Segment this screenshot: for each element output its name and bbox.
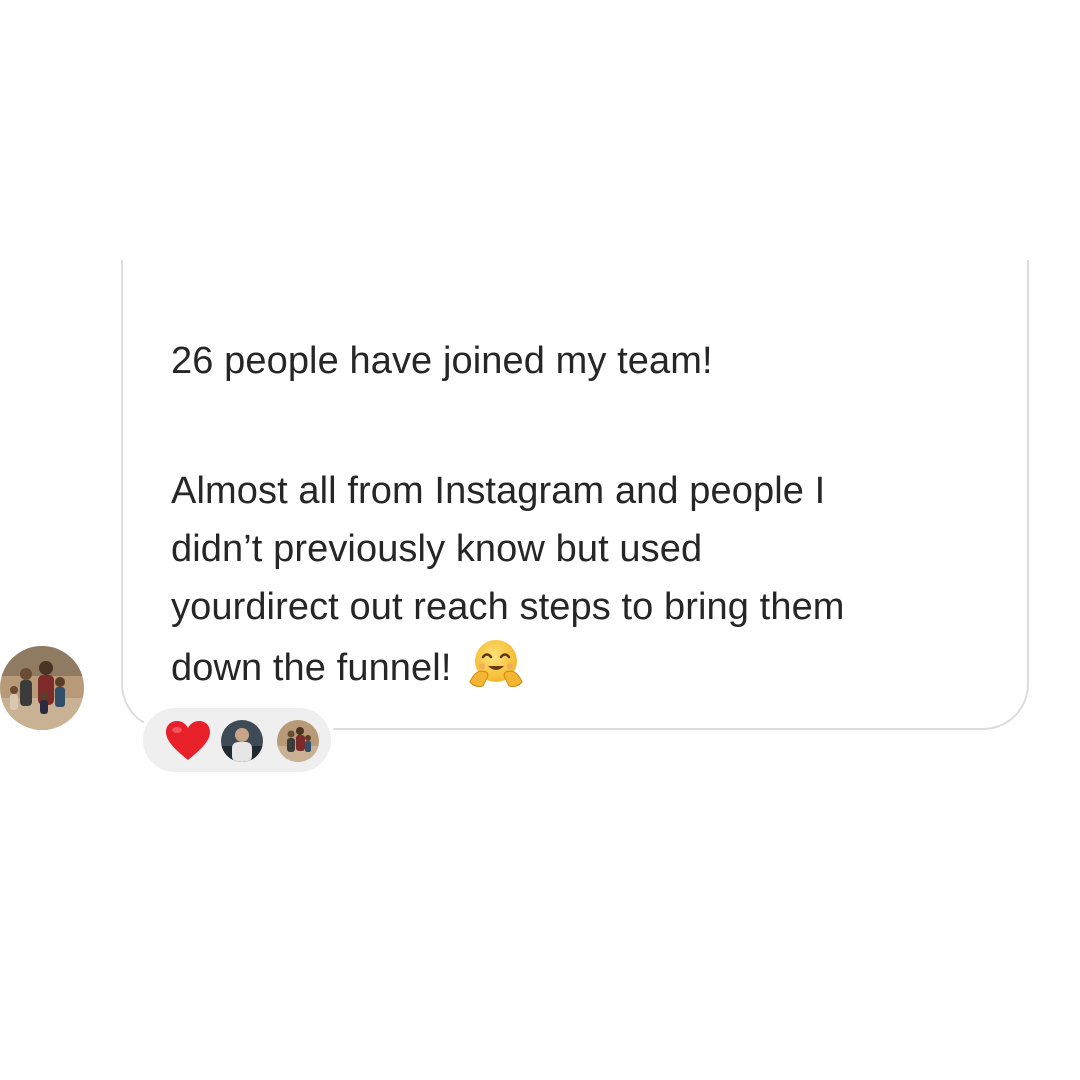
person-photo-avatar-icon: [221, 720, 263, 762]
hugging-face-emoji-icon: [468, 636, 524, 692]
message-line-3: didn’t previously know but used: [171, 528, 703, 570]
message-line-5: down the funnel!: [171, 647, 452, 689]
reactor-avatar-2[interactable]: [277, 720, 319, 762]
message-line-4: yourdirect out reach steps to bring them: [171, 586, 845, 628]
message-line-1: 26 people have joined my team!: [171, 340, 713, 382]
heart-icon: [166, 721, 210, 760]
reactor-avatar-1[interactable]: [221, 720, 263, 762]
reactions-pill[interactable]: [139, 704, 335, 776]
sender-avatar[interactable]: [0, 646, 84, 730]
family-photo-avatar-icon: [277, 720, 319, 762]
family-photo-avatar-icon: [0, 646, 84, 730]
message-line-5-container: down the funnel!: [171, 636, 524, 697]
message-line-2: Almost all from Instagram and people I: [171, 470, 826, 512]
